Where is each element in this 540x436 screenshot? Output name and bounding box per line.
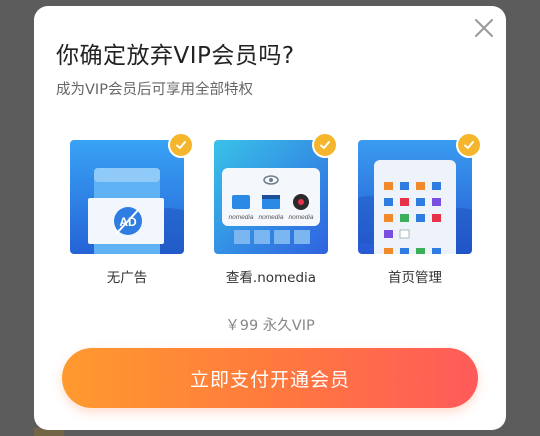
close-button[interactable] (472, 16, 496, 40)
close-icon (475, 19, 493, 37)
feature-no-ads: AD 无广告 (70, 132, 194, 290)
svg-text:nomedia: nomedia (259, 214, 284, 221)
svg-text:nomedia: nomedia (229, 214, 254, 221)
checkmark-icon (312, 132, 338, 158)
dialog-title: 你确定放弃VIP会员吗? (56, 43, 295, 69)
feature-label: 查看.nomedia (225, 270, 317, 286)
svg-text:nomedia: nomedia (289, 214, 314, 221)
pay-vip-button[interactable]: 立即支付开通会员 (62, 348, 478, 408)
checkmark-icon (456, 132, 482, 158)
feature-label: 无广告 (106, 270, 148, 286)
vip-retention-dialog: 你确定放弃VIP会员吗? 成为VIP会员后可享用全部特权 AD (34, 6, 506, 430)
checkmark-icon (168, 132, 194, 158)
nomedia-icon: nomedia nomedia nomedia (214, 140, 328, 254)
ad-free-icon: AD (70, 140, 184, 254)
dialog-subtitle: 成为VIP会员后可享用全部特权 (56, 82, 253, 98)
price-text: ￥99 永久VIP (225, 318, 315, 334)
feature-label: 首页管理 (388, 270, 442, 286)
feature-home-manage: 首页管理 (358, 132, 482, 290)
feature-nomedia: nomedia nomedia nomedia 查看.nomedia (214, 132, 338, 290)
home-manage-icon (358, 140, 472, 254)
